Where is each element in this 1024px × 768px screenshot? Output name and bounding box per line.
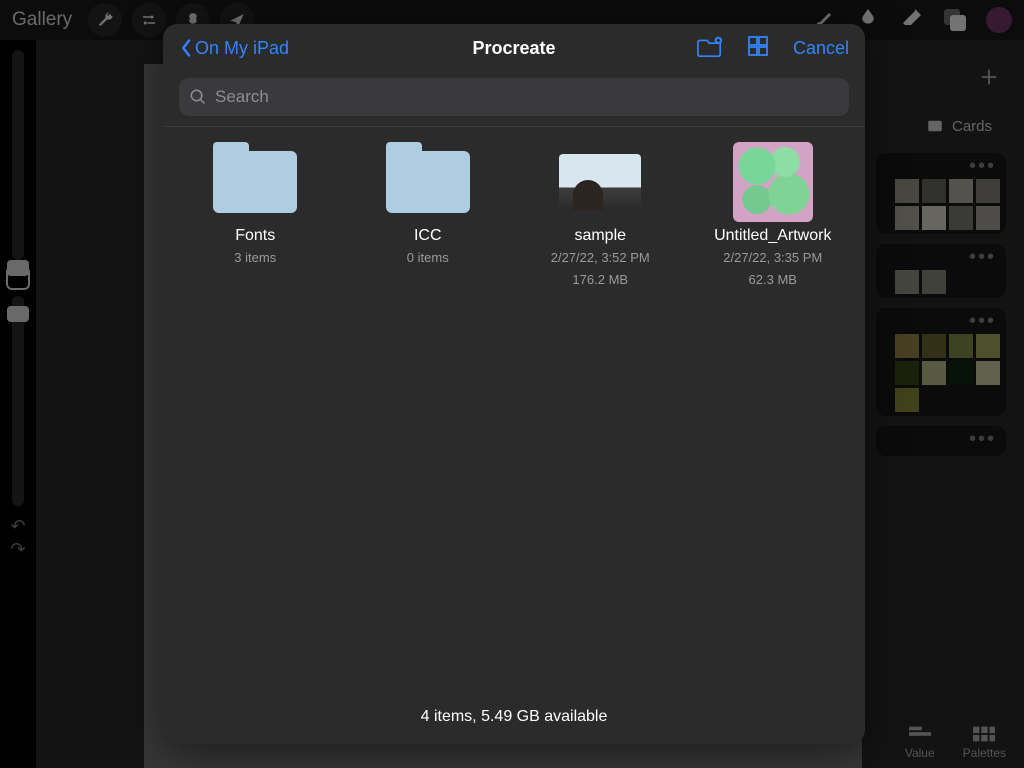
back-button[interactable]: On My iPad [179, 37, 289, 59]
item-date: 2/27/22, 3:35 PM [723, 249, 822, 267]
search-input[interactable] [215, 87, 839, 107]
item-name: sample [574, 227, 626, 245]
item-size: 176.2 MB [572, 271, 628, 289]
folder-item[interactable]: Fonts 3 items [173, 147, 338, 288]
modal-header: On My iPad Procreate Cancel [163, 24, 865, 72]
file-thumbnail [730, 147, 816, 217]
folder-item[interactable]: ICC 0 items [346, 147, 511, 288]
file-thumbnail [557, 147, 643, 217]
item-name: Fonts [235, 227, 275, 245]
folder-icon [385, 147, 471, 217]
item-meta: 0 items [407, 249, 449, 267]
item-meta: 3 items [234, 249, 276, 267]
back-button-label: On My iPad [195, 38, 289, 59]
item-name: ICC [414, 227, 442, 245]
file-item[interactable]: Untitled_Artwork 2/27/22, 3:35 PM 62.3 M… [691, 147, 856, 288]
grid-view-icon[interactable] [745, 34, 771, 63]
folder-icon [212, 147, 298, 217]
new-folder-icon[interactable] [697, 34, 723, 63]
search-bar[interactable] [179, 78, 849, 116]
file-item[interactable]: sample 2/27/22, 3:52 PM 176.2 MB [518, 147, 683, 288]
modal-footer-status: 4 items, 5.49 GB available [163, 694, 865, 744]
file-grid: Fonts 3 items ICC 0 items sample 2/27/22… [163, 127, 865, 308]
cancel-button[interactable]: Cancel [793, 38, 849, 59]
item-name: Untitled_Artwork [714, 227, 831, 245]
item-size: 62.3 MB [749, 271, 797, 289]
file-picker-modal: On My iPad Procreate Cancel Fonts 3 item… [163, 24, 865, 744]
item-date: 2/27/22, 3:52 PM [551, 249, 650, 267]
search-icon [189, 88, 207, 106]
